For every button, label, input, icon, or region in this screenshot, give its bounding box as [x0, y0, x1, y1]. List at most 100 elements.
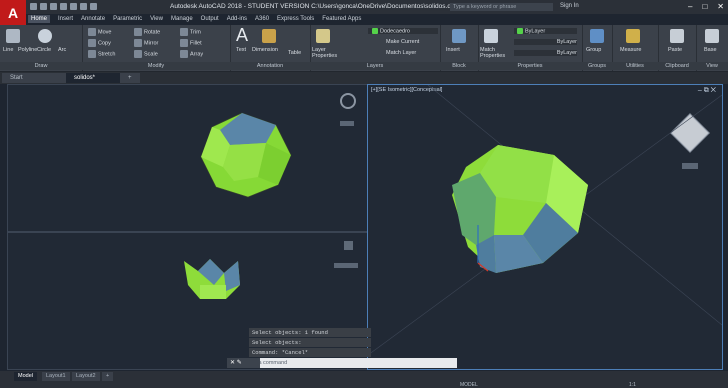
layer-dropdown[interactable]: Dodecaedro — [380, 28, 410, 34]
viewport-top-left[interactable] — [7, 84, 368, 232]
tab-home[interactable]: Home — [28, 15, 51, 23]
rotate-icon — [134, 28, 142, 36]
move-icon — [88, 28, 96, 36]
autocad-logo[interactable]: A — [0, 0, 26, 27]
match-properties-button[interactable]: Match Properties — [480, 47, 508, 59]
title-bar: Autodesk AutoCAD 2018 - STUDENT VERSION … — [0, 0, 728, 14]
tab-annotate[interactable]: Annotate — [81, 16, 105, 22]
layers-panel: Layer Properties Dodecaedro Make Current… — [310, 25, 441, 71]
array-icon — [180, 50, 188, 58]
mirror-icon — [134, 39, 142, 47]
block-panel-label[interactable]: Block — [440, 62, 478, 70]
command-history-line: Select objects: 1 found — [249, 328, 371, 337]
layer-properties-icon[interactable] — [316, 29, 330, 43]
draw-panel-label[interactable]: Draw — [0, 62, 82, 70]
draw-panel: Line Polyline Circle Arc Draw — [0, 25, 83, 71]
trim-icon — [180, 28, 188, 36]
status-bar[interactable]: MODEL 1:1 — [460, 382, 636, 388]
sign-in-button[interactable]: Sign In — [560, 3, 579, 9]
clipboard-panel-label[interactable]: Clipboard — [658, 62, 696, 70]
group-button[interactable]: Group — [586, 47, 601, 53]
circle-icon[interactable] — [38, 29, 52, 43]
tab-layout1[interactable]: Layout1 — [42, 372, 70, 381]
layers-panel-label[interactable]: Layers — [310, 62, 440, 70]
make-current-button[interactable]: Make Current — [386, 39, 419, 45]
utilities-panel: Measure Utilities — [612, 25, 659, 71]
tab-output[interactable]: Output — [201, 16, 219, 22]
layer-properties-button[interactable]: Layer Properties — [312, 47, 346, 59]
tab-layout2[interactable]: Layout2 — [72, 372, 100, 381]
search-input[interactable]: Type a keyword or phrase — [450, 3, 553, 11]
tab-start[interactable]: Start — [2, 73, 68, 83]
add-layout-button[interactable]: + — [102, 372, 114, 381]
window-title: Autodesk AutoCAD 2018 - STUDENT VERSION … — [170, 3, 460, 10]
tab-add-ins[interactable]: Add-ins — [227, 16, 247, 22]
tab-manage[interactable]: Manage — [171, 16, 193, 22]
text-button[interactable]: Text — [236, 47, 246, 53]
copy-button[interactable]: Copy — [98, 40, 111, 46]
line-icon[interactable] — [6, 29, 20, 43]
fillet-button[interactable]: Fillet — [190, 40, 202, 46]
mirror-button[interactable]: Mirror — [144, 40, 158, 46]
line-button[interactable]: Line — [3, 47, 13, 53]
trim-button[interactable]: Trim — [190, 29, 201, 35]
copy-icon — [88, 39, 96, 47]
block-panel: Insert Block — [440, 25, 479, 71]
paste-button[interactable]: Paste — [668, 47, 682, 53]
rotate-button[interactable]: Rotate — [144, 29, 160, 35]
move-button[interactable]: Move — [98, 29, 111, 35]
command-input[interactable]: Type a command — [227, 358, 457, 368]
utilities-panel-label[interactable]: Utilities — [612, 62, 658, 70]
properties-panel-label[interactable]: Properties — [478, 62, 582, 70]
model-space-indicator[interactable]: MODEL — [460, 382, 478, 388]
measure-button[interactable]: Measure — [620, 47, 641, 53]
new-tab-button[interactable]: + — [120, 73, 140, 83]
tab-express-tools[interactable]: Express Tools — [277, 16, 314, 22]
minimize-icon: – — [688, 2, 693, 11]
viewport-right[interactable]: [+][SE Isometric][Conceptual] – ⧉ ✕ — [367, 84, 723, 370]
clipboard-panel: Paste Clipboard — [658, 25, 697, 71]
quick-access-toolbar[interactable] — [30, 3, 120, 12]
match-properties-icon[interactable] — [484, 29, 498, 43]
tab-featured-apps[interactable]: Featured Apps — [322, 16, 361, 22]
green-face-base — [200, 285, 226, 299]
tab-insert[interactable]: Insert — [58, 16, 73, 22]
insert-button[interactable]: Insert — [446, 47, 460, 53]
scale-button[interactable]: Scale — [144, 51, 158, 57]
tab-model[interactable]: Model — [14, 372, 37, 381]
base-view-icon[interactable] — [705, 29, 719, 43]
view-panel: Base View — [696, 25, 728, 71]
arc-button[interactable]: Arc — [58, 47, 66, 53]
measure-icon[interactable] — [626, 29, 640, 43]
dodecahedron-top-view — [200, 112, 292, 198]
stretch-icon — [88, 50, 96, 58]
color-dropdown[interactable]: ByLayer — [525, 28, 545, 34]
tab-view[interactable]: View — [150, 16, 163, 22]
ribbon-tabs[interactable]: Home Insert Annotate Parametric View Manage Ou… — [28, 15, 369, 25]
annotation-scale[interactable]: 1:1 — [629, 382, 636, 388]
base-button[interactable]: Base — [704, 47, 717, 53]
dimension-icon[interactable] — [262, 29, 276, 43]
polyline-button[interactable]: Polyline — [18, 47, 37, 53]
tab-a360[interactable]: A360 — [255, 16, 269, 22]
view-panel-label[interactable]: View — [696, 62, 728, 70]
lineweight-dropdown[interactable]: ByLayer — [557, 50, 577, 56]
circle-button[interactable]: Circle — [37, 47, 51, 53]
array-button[interactable]: Array — [190, 51, 203, 57]
tab-parametric[interactable]: Parametric — [113, 16, 142, 22]
group-icon[interactable] — [590, 29, 604, 43]
linetype-dropdown[interactable]: ByLayer — [557, 39, 577, 45]
dimension-button[interactable]: Dimension — [252, 47, 278, 53]
paste-icon[interactable] — [670, 29, 684, 43]
annotation-panel-label[interactable]: Annotation — [230, 62, 310, 70]
groups-panel-label[interactable]: Groups — [582, 62, 612, 70]
match-layer-button[interactable]: Match Layer — [386, 50, 416, 56]
command-line-icons[interactable]: ✕ ✎ — [227, 358, 260, 368]
dodecahedron-isometric — [368, 85, 722, 356]
text-icon[interactable]: A — [236, 25, 248, 46]
insert-icon[interactable] — [452, 29, 466, 43]
stretch-button[interactable]: Stretch — [98, 51, 115, 57]
modify-panel-label[interactable]: Modify — [82, 62, 230, 70]
table-button[interactable]: Table — [288, 50, 301, 56]
window-controls[interactable]: – □ ✕ — [678, 2, 724, 11]
